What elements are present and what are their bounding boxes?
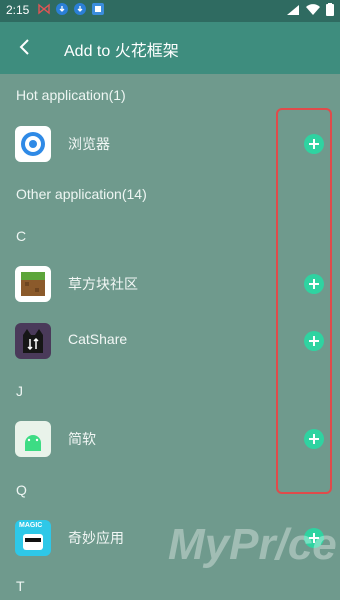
app-notification-icon (92, 3, 104, 15)
app-name: CatShare (68, 331, 128, 347)
app-name: 简软 (68, 431, 96, 447)
app-name: 草方块社区 (68, 276, 138, 292)
system-icons (286, 3, 334, 16)
download-notification-icon-2 (74, 3, 86, 15)
signal-icon (287, 4, 299, 15)
wifi-icon (306, 3, 320, 15)
battery-icon (326, 3, 334, 16)
app-name: 奇妙应用 (68, 530, 124, 546)
notification-icons (38, 3, 104, 15)
back-arrow-icon[interactable] (14, 36, 36, 58)
magic-label: MAGIC (19, 522, 43, 529)
grass-block-icon (15, 266, 51, 302)
section-header-other: Other application(14) (16, 186, 147, 202)
annotation-highlight-box (276, 108, 332, 494)
index-letter-t: T (16, 578, 25, 594)
bowtie-notification-icon (38, 3, 50, 15)
app-bar: Add to 火花框架 (0, 22, 340, 74)
status-time: 2:15 (6, 3, 30, 17)
browser-icon (15, 126, 51, 162)
section-header-hot: Hot application(1) (16, 87, 126, 103)
download-notification-icon (56, 3, 68, 15)
android-icon (15, 421, 51, 457)
index-letter-j: J (16, 383, 23, 399)
page-title: Add to 火花框架 (64, 43, 179, 60)
index-letter-c: C (16, 228, 27, 244)
index-letter-q: Q (16, 482, 27, 498)
cat-icon (15, 323, 51, 359)
magic-app-icon: MAGIC (15, 520, 51, 556)
watermark: MyPr/ce (168, 520, 337, 569)
app-name: 浏览器 (68, 136, 110, 152)
status-bar: 2:15 (0, 0, 340, 22)
